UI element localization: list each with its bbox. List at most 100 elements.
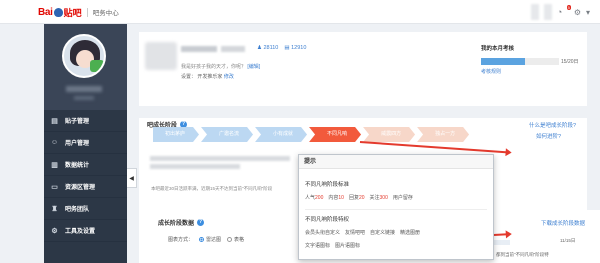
paw-icon [53, 7, 63, 17]
username-redacted [530, 4, 539, 20]
sidebar-subtitle-redacted [74, 96, 94, 100]
chevron-down-icon[interactable]: ▾ [586, 8, 590, 17]
folder-icon: ▭ [51, 183, 58, 191]
sidebar-item-label: 资源区管理 [65, 185, 96, 191]
gear-icon: ⚙ [51, 227, 58, 235]
stage-step: 小有成就 [255, 127, 307, 142]
forum-name-redacted [221, 46, 245, 52]
sidebar-item-posts[interactable]: ▤ 贴子管理 [44, 110, 127, 132]
view-mode-label: 图表方式： [168, 237, 194, 243]
bell-icon: ◔ [556, 7, 563, 17]
sidebar-item-tools[interactable]: ⚙ 工具及设置 [44, 220, 127, 242]
gear-icon[interactable]: ⚙ [574, 8, 581, 17]
radio-icon [227, 237, 233, 243]
user-icon: ☺ [50, 139, 59, 146]
sidebar-item-label: 吧务团队 [65, 207, 90, 213]
center-title: 吧务中心 [92, 10, 119, 17]
criterion: 内容10 [328, 195, 344, 201]
stage-step: 威震四方 [363, 127, 415, 142]
profile-card: ♟ 28110 ▤ 12910 我是好孩子我的天才，你呢？ [编辑] 设置： 开… [139, 32, 587, 106]
help-icon[interactable]: ? [197, 219, 205, 226]
sidebar-collapse-button[interactable]: ◀ [127, 168, 137, 188]
table-option-label: 表格 [234, 237, 245, 243]
fans-count: 28110 [263, 45, 279, 51]
posts-count: 12910 [291, 45, 307, 51]
radio-selected-icon [199, 237, 205, 243]
perk-item: 精选图册 [400, 230, 421, 236]
perks-row: 文字语图标 图片语图标 [305, 242, 487, 249]
perk-item: 会员头衔自定义 [305, 230, 341, 236]
logo-divider [86, 7, 88, 17]
stats-icon: ▥ [51, 161, 58, 169]
stage-step: 初出茅庐 [153, 127, 199, 142]
criterion: 关注300 [369, 195, 388, 201]
stage-note: 本吧最近30日活跃率满，近期15天不达到当前"不同凡响"阶段 [151, 186, 273, 191]
perks-title: 不同凡响阶段特权 [305, 217, 350, 223]
sidebar-profile [44, 24, 127, 110]
forum-intro: 我是好孩子我的天才，你呢？ [编辑] [181, 63, 260, 70]
monthly-exam: 我的本月考核 15/20日 考核规则 [481, 44, 581, 75]
sidebar-item-stats[interactable]: ▥ 数据统计 [44, 154, 127, 176]
intro-text: 我是好孩子我的天才，你呢？ [181, 64, 247, 70]
radar-option-label: 雷达图 [206, 237, 222, 243]
doc-icon: ▤ [51, 117, 58, 125]
how-to-upgrade-link[interactable]: 如何进阶? [536, 132, 561, 140]
criteria-title: 不同凡响阶段标准 [305, 182, 350, 188]
stage-tip-popup: 提示 不同凡响阶段标准 人气200 内容10 回复20 关注300 用户留存 不… [298, 154, 494, 260]
tag-label: 设置： [181, 74, 197, 80]
baidu-tieba-logo[interactable]: Bai 贴吧 吧务中心 [38, 6, 119, 18]
perks-row: 会员头衔自定义 友情吧吧 自定义链接 精选图册 [305, 229, 487, 236]
forum-stats: ♟ 28110 ▤ 12910 [257, 45, 306, 51]
criterion: 人气200 [305, 195, 324, 201]
chevron-left-icon: ◀ [129, 175, 134, 182]
exam-progress-bar [481, 58, 559, 65]
top-right-toolbar: ◔ 5 ⚙ ▾ [530, 4, 590, 20]
modify-tag-link[interactable]: 修改 [224, 74, 234, 80]
sidebar-item-label: 数据统计 [65, 163, 90, 169]
forum-tag-line: 设置： 开发推乐家 修改 [181, 73, 234, 80]
fans-stat: ♟ 28110 [257, 45, 278, 51]
logo-text-tieba: 贴吧 [63, 7, 82, 18]
exam-rules-link[interactable]: 考核规则 [481, 68, 581, 75]
username-redacted [543, 4, 552, 20]
exam-title: 我的本月考核 [481, 46, 515, 52]
top-bar: Bai 贴吧 吧务中心 ◔ 5 ⚙ ▾ [0, 0, 600, 24]
growth-date: 11/15日 [560, 238, 576, 243]
sidebar-item-resources[interactable]: ▭ 资源区管理 [44, 176, 127, 198]
avatar[interactable] [62, 34, 106, 78]
user-icon: ♟ [257, 45, 262, 51]
sidebar-item-label: 工具及设置 [65, 229, 96, 235]
redacted-line [150, 156, 290, 161]
sidebar-item-label: 贴子管理 [65, 119, 90, 125]
notification-badge: 5 [566, 5, 571, 10]
edit-intro-link[interactable]: [编辑] [247, 64, 260, 70]
redacted-line [150, 164, 240, 169]
doc-icon: ▤ [284, 45, 290, 51]
growth-side-note: 都到当前"不同凡响"阶段特 [496, 252, 549, 257]
team-icon: ♜ [51, 205, 58, 213]
view-mode-selector: 图表方式： 雷达图 表格 [168, 236, 244, 243]
perk-item: 文字语图标 [305, 243, 331, 249]
sidebar-item-team[interactable]: ♜ 吧务团队 [44, 198, 127, 220]
sidebar-item-label: 用户管理 [65, 141, 90, 147]
growth-title-text: 成长阶段数据 [158, 221, 195, 227]
perk-item: 图片语图标 [335, 243, 361, 249]
growth-title: 成长阶段数据 ? [158, 218, 205, 227]
stage-step: 独占一方 [417, 127, 469, 142]
logo-text: Bai [38, 6, 53, 18]
posts-stat: ▤ 12910 [284, 45, 306, 51]
sidebar-item-users[interactable]: ☺ 用户管理 [44, 132, 127, 154]
download-growth-data-link[interactable]: 下载成长阶段数据 [541, 219, 585, 227]
criterion-retention: 用户留存 [392, 195, 413, 201]
sidebar-username-redacted [66, 86, 102, 92]
sidebar: ▤ 贴子管理 ☺ 用户管理 ▥ 数据统计 ▭ 资源区管理 ♜ 吧务团队 ⚙ 工具及设置 [44, 24, 127, 263]
criterion: 回复20 [348, 195, 365, 201]
forum-name-redacted [181, 46, 217, 52]
message-button[interactable]: ◔ 5 [556, 5, 571, 18]
popup-body: 不同凡响阶段标准 人气200 内容10 回复20 关注300 用户留存 不同凡响… [299, 169, 493, 255]
perk-item: 自定义链接 [370, 230, 396, 236]
what-is-stage-link[interactable]: 什么是吧成长阶段? [529, 121, 576, 129]
forum-avatar-redacted [145, 42, 177, 70]
radar-option[interactable]: 雷达图 [199, 236, 221, 243]
table-option[interactable]: 表格 [227, 236, 244, 243]
